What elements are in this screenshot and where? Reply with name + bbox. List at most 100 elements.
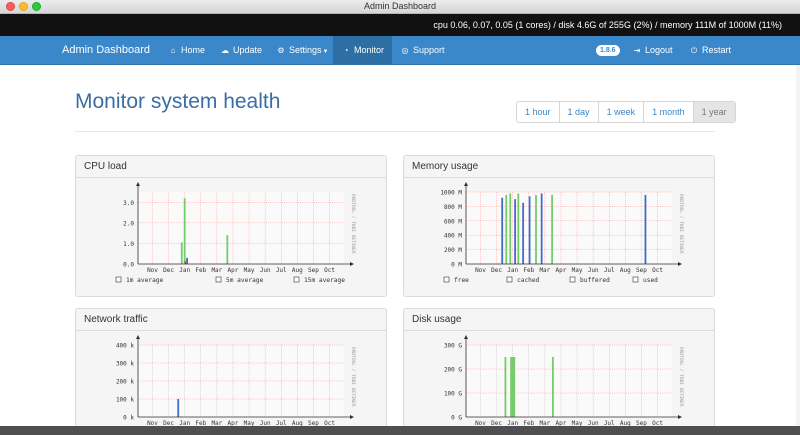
cloud-download-icon: ☁: [221, 46, 229, 55]
y-tick-label: 400 k: [116, 343, 134, 350]
y-tick-label: 300 k: [116, 361, 134, 368]
plot-area: [138, 192, 344, 264]
time-range-selector: 1 hour 1 day 1 week 1 month 1 year: [516, 101, 736, 123]
y-tick-label: 300 G: [444, 343, 462, 350]
data-spike: [183, 198, 186, 264]
x-tick-label: Jun: [260, 267, 271, 274]
x-tick-label: Sep: [636, 267, 647, 274]
x-tick-label: Sep: [308, 267, 319, 274]
y-tick-label: 3.0: [123, 200, 134, 207]
y-axis-arrow: [464, 335, 468, 339]
range-1-hour[interactable]: 1 hour: [517, 102, 560, 122]
x-tick-label: May: [572, 267, 583, 274]
data-spike: [186, 257, 188, 264]
data-spike: [522, 202, 525, 264]
rrdtool-watermark: RRDTOOL / TOBI OETIKER: [678, 194, 684, 254]
system-status-bar: cpu 0.06, 0.07, 0.05 (1 cores) / disk 4.…: [0, 14, 800, 36]
nav-home[interactable]: ⌂ Home: [160, 36, 213, 64]
cpu-load-chart: 0.0 1.0 2.0 3.0 Nov Dec Jan Feb Mar Apr May Jun Jul A…: [115, 182, 356, 284]
data-spike: [535, 194, 537, 264]
y-tick-label: 400 M: [444, 233, 462, 240]
logout-link[interactable]: ⇥ Logout: [624, 36, 681, 64]
lifebuoy-icon: ◎: [401, 46, 409, 55]
legend-swatch: [293, 276, 300, 283]
nav-update-label: Update: [233, 45, 263, 55]
legend-label: 15m average: [304, 277, 345, 284]
nav-home-label: Home: [181, 45, 206, 55]
x-axis-arrow: [678, 262, 682, 266]
legend-swatch: [632, 276, 639, 283]
x-tick-label: Jun: [588, 267, 599, 274]
restart-link[interactable]: ⏻ Restart: [681, 36, 739, 64]
data-spike: [180, 242, 183, 264]
nav-update[interactable]: ☁ Update: [212, 36, 270, 64]
legend-swatch: [443, 276, 450, 283]
y-tick-label: 600 M: [444, 218, 462, 225]
range-1-month[interactable]: 1 month: [644, 102, 694, 122]
system-stats: cpu 0.06, 0.07, 0.05 (1 cores) / disk 4.…: [433, 20, 782, 30]
y-tick-label: 1000 M: [440, 190, 462, 197]
x-tick-label: Oct: [324, 267, 335, 274]
x-tick-label: Aug: [292, 267, 303, 274]
legend-label: 5m average: [226, 277, 264, 284]
y-tick-label: 2.0: [123, 220, 134, 227]
legend-swatch: [215, 276, 222, 283]
title-divider: [75, 131, 715, 132]
nav-monitor[interactable]: ◔ Monitor: [333, 36, 393, 64]
data-spike: [184, 260, 187, 264]
logout-label: Logout: [645, 45, 673, 55]
x-tick-label: Oct: [652, 267, 663, 274]
nav-support-label: Support: [413, 45, 445, 55]
disk-usage-chart: 0 G100 G200 G300 GNov Dec Jan Feb Mar Apr May J…: [444, 335, 684, 427]
nav-settings-dropdown[interactable]: ⚙ Settings▼: [268, 36, 336, 64]
disk-usage-panel: Disk usage 0 G 100 G 200 G 300 G Nov Dec Jan Fe…: [403, 308, 715, 435]
x-tick-label: Nov: [475, 267, 486, 274]
nav-monitor-label: Monitor: [354, 45, 385, 55]
x-tick-label: Aug: [620, 267, 631, 274]
data-spike: [177, 399, 180, 417]
x-tick-label: Jan: [179, 267, 190, 274]
disk-usage-title: Disk usage: [404, 309, 714, 331]
memory-usage-chart: 0 M 200 M 400 M 600 M 800 M 1000 M Nov Dec Jan Fe…: [440, 182, 684, 284]
y-tick-label: 0 G: [451, 415, 462, 422]
nav-support[interactable]: ◎ Support: [392, 36, 453, 64]
nav-settings-label: Settings: [289, 45, 322, 55]
x-tick-label: Mar: [539, 267, 550, 274]
x-tick-label: Jul: [276, 267, 287, 274]
cpu-load-title: CPU load: [76, 156, 386, 178]
x-tick-label: Feb: [195, 267, 206, 274]
legend-swatch: [569, 276, 576, 283]
range-1-day[interactable]: 1 day: [559, 102, 599, 122]
y-tick-label: 800 M: [444, 204, 462, 211]
rrdtool-watermark: RRDTOOL / TOBI OETIKER: [350, 194, 356, 254]
data-spike: [517, 193, 520, 264]
data-spike: [510, 357, 512, 417]
rrdtool-watermark: RRDTOOL / TOBI OETIKER: [678, 347, 684, 407]
data-spike: [501, 197, 504, 264]
sign-out-icon: ⇥: [633, 46, 641, 55]
dashboard-icon: ◔: [343, 46, 349, 55]
x-tick-label: May: [244, 267, 255, 274]
y-tick-label: 100 k: [116, 397, 134, 404]
x-tick-label: Dec: [491, 267, 502, 274]
data-spike: [505, 194, 508, 264]
page-scrollbar[interactable]: [796, 65, 800, 426]
y-tick-label: 1.0: [123, 241, 134, 248]
data-spike: [509, 193, 512, 264]
brand-link[interactable]: Admin Dashboard: [62, 44, 150, 56]
range-1-year[interactable]: 1 year: [693, 102, 735, 122]
y-axis-arrow: [136, 335, 140, 339]
legend-label: buffered: [580, 277, 610, 284]
memory-usage-panel: Memory usage 0 M 200 M 400 M 600 M 800 M 1000…: [403, 155, 715, 297]
window-bottom-edge: [0, 426, 800, 435]
y-tick-label: 200 G: [444, 367, 462, 374]
network-traffic-panel: Network traffic 0 k 100 k 200 k 300 k 400 kN…: [75, 308, 387, 435]
data-spike: [513, 357, 516, 417]
y-tick-label: 0.0: [123, 262, 134, 269]
x-tick-label: Apr: [556, 267, 567, 274]
memory-usage-title: Memory usage: [404, 156, 714, 178]
x-axis-arrow: [350, 415, 354, 419]
x-tick-label: Jan: [507, 267, 518, 274]
range-1-week[interactable]: 1 week: [598, 102, 645, 122]
legend-label: used: [643, 277, 658, 284]
